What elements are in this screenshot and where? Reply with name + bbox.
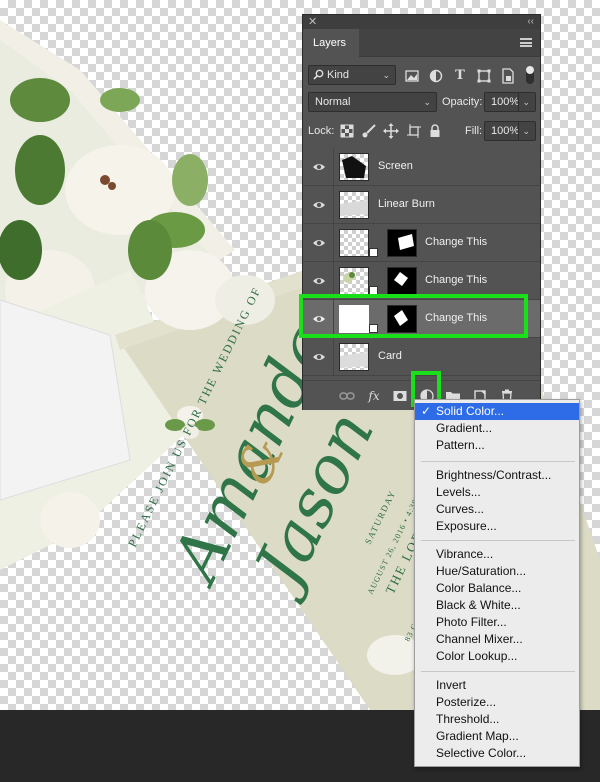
- eye-icon[interactable]: [312, 160, 326, 174]
- divider: [333, 186, 334, 224]
- menu-item-selective-color[interactable]: Selective Color...: [415, 745, 579, 762]
- layer-row[interactable]: Screen: [303, 148, 540, 186]
- adjustment-layer-menu: ✓ Solid Color... Gradient... Pattern... …: [414, 399, 580, 767]
- menu-item-gradient-map[interactable]: Gradient Map...: [415, 728, 579, 745]
- layer-list: Screen Linear Burn Change This Change Th…: [303, 148, 540, 376]
- layers-panel: ✕ ‹‹ Layers Kind ⌄ T Normal ⌄ Opacity: 1…: [302, 14, 541, 410]
- menu-item-levels[interactable]: Levels...: [415, 484, 579, 501]
- layer-name: Screen: [378, 160, 413, 172]
- layer-name: Card: [378, 350, 402, 362]
- lock-row: Lock: Fill: 100% ⌄: [303, 119, 540, 143]
- panel-menu-icon[interactable]: [520, 38, 532, 47]
- layer-mask-thumbnail[interactable]: [387, 267, 417, 295]
- panel-tabbar: Layers: [303, 29, 540, 57]
- menu-item-vibrance[interactable]: Vibrance...: [415, 546, 579, 563]
- menu-item-gradient[interactable]: Gradient...: [415, 420, 579, 437]
- menu-item-invert[interactable]: Invert: [415, 677, 579, 694]
- divider: [333, 224, 334, 262]
- eye-icon[interactable]: [312, 274, 326, 288]
- layer-thumbnail: [339, 267, 369, 295]
- opacity-label: Opacity:: [442, 96, 483, 108]
- blend-mode-value: Normal: [315, 96, 351, 108]
- blend-row: Normal ⌄ Opacity: 100% ⌄: [303, 91, 540, 115]
- menu-item-color-balance[interactable]: Color Balance...: [415, 580, 579, 597]
- layer-row[interactable]: Change This: [303, 224, 540, 262]
- lock-all-icon[interactable]: [427, 123, 443, 139]
- layer-thumbnail: [339, 229, 369, 257]
- tab-layers[interactable]: Layers: [303, 29, 359, 57]
- fill-value: 100%: [491, 125, 520, 137]
- eye-icon[interactable]: [312, 198, 326, 212]
- layer-name: Change This: [425, 236, 488, 248]
- menu-item-hue-saturation[interactable]: Hue/Saturation...: [415, 563, 579, 580]
- artboard-lock-icon[interactable]: [406, 123, 422, 139]
- brush-lock-icon[interactable]: [361, 123, 377, 139]
- menu-item-brightness-contrast[interactable]: Brightness/Contrast...: [415, 467, 579, 484]
- link-icon[interactable]: [339, 388, 355, 404]
- layer-row[interactable]: Linear Burn: [303, 186, 540, 224]
- menu-item-exposure[interactable]: Exposure...: [415, 518, 579, 535]
- type-filter-icon[interactable]: T: [452, 68, 468, 84]
- menu-item-solid-color[interactable]: ✓ Solid Color...: [415, 403, 579, 420]
- image-filter-icon[interactable]: [404, 68, 420, 84]
- layer-thumbnail: [339, 153, 369, 181]
- adjustment-filter-icon[interactable]: [428, 68, 444, 84]
- layer-name: Linear Burn: [378, 198, 435, 210]
- fx-icon[interactable]: fx: [366, 388, 382, 404]
- menu-item-threshold[interactable]: Threshold...: [415, 711, 579, 728]
- lock-label: Lock:: [308, 125, 335, 137]
- search-icon: [313, 69, 324, 80]
- layer-name: Change This: [425, 274, 488, 286]
- menu-item-curves[interactable]: Curves...: [415, 501, 579, 518]
- menu-item-pattern[interactable]: Pattern...: [415, 437, 579, 454]
- shape-filter-icon[interactable]: [476, 68, 492, 84]
- menu-item-black-white[interactable]: Black & White...: [415, 597, 579, 614]
- move-lock-icon[interactable]: [383, 123, 399, 139]
- lock-transparent-icon[interactable]: [339, 123, 355, 139]
- menu-separator: [421, 671, 575, 672]
- smart-object-filter-icon[interactable]: [500, 68, 516, 84]
- fill-label: Fill:: [465, 125, 483, 137]
- menu-item-label: Solid Color...: [436, 404, 505, 418]
- panel-titlebar[interactable]: ✕ ‹‹: [303, 15, 540, 29]
- menu-item-channel-mixer[interactable]: Channel Mixer...: [415, 631, 579, 648]
- opacity-field[interactable]: 100% ⌄: [484, 92, 536, 112]
- menu-separator: [421, 461, 575, 462]
- filter-kind-value: Kind: [327, 69, 350, 81]
- filter-row: Kind ⌄ T: [303, 63, 540, 87]
- menu-item-color-lookup[interactable]: Color Lookup...: [415, 648, 579, 665]
- menu-item-posterize[interactable]: Posterize...: [415, 694, 579, 711]
- menu-separator: [421, 540, 575, 541]
- blend-mode-select[interactable]: Normal ⌄: [308, 92, 437, 112]
- layer-thumbnail: [339, 343, 369, 371]
- mask-icon[interactable]: [392, 388, 408, 404]
- chevron-down-icon[interactable]: ⌄: [518, 122, 530, 140]
- chevron-down-icon: ⌄: [382, 70, 390, 80]
- chevron-down-icon: ⌄: [423, 97, 431, 107]
- filter-kind-select[interactable]: Kind ⌄: [308, 65, 396, 85]
- checkmark-icon: ✓: [421, 404, 432, 418]
- menu-item-photo-filter[interactable]: Photo Filter...: [415, 614, 579, 631]
- divider: [333, 338, 334, 376]
- smart-object-badge: [369, 248, 378, 257]
- opacity-value: 100%: [491, 96, 520, 108]
- selected-layer-highlight: [299, 294, 528, 338]
- eye-icon[interactable]: [312, 350, 326, 364]
- collapse-icon[interactable]: ‹‹: [527, 15, 534, 29]
- close-icon[interactable]: ✕: [308, 15, 317, 29]
- chevron-down-icon[interactable]: ⌄: [518, 93, 530, 111]
- filter-toggle[interactable]: [526, 66, 534, 84]
- eye-icon[interactable]: [312, 236, 326, 250]
- divider: [333, 148, 334, 186]
- fill-field[interactable]: 100% ⌄: [484, 121, 536, 141]
- layer-thumbnail: [339, 191, 369, 219]
- layer-mask-thumbnail[interactable]: [387, 229, 417, 257]
